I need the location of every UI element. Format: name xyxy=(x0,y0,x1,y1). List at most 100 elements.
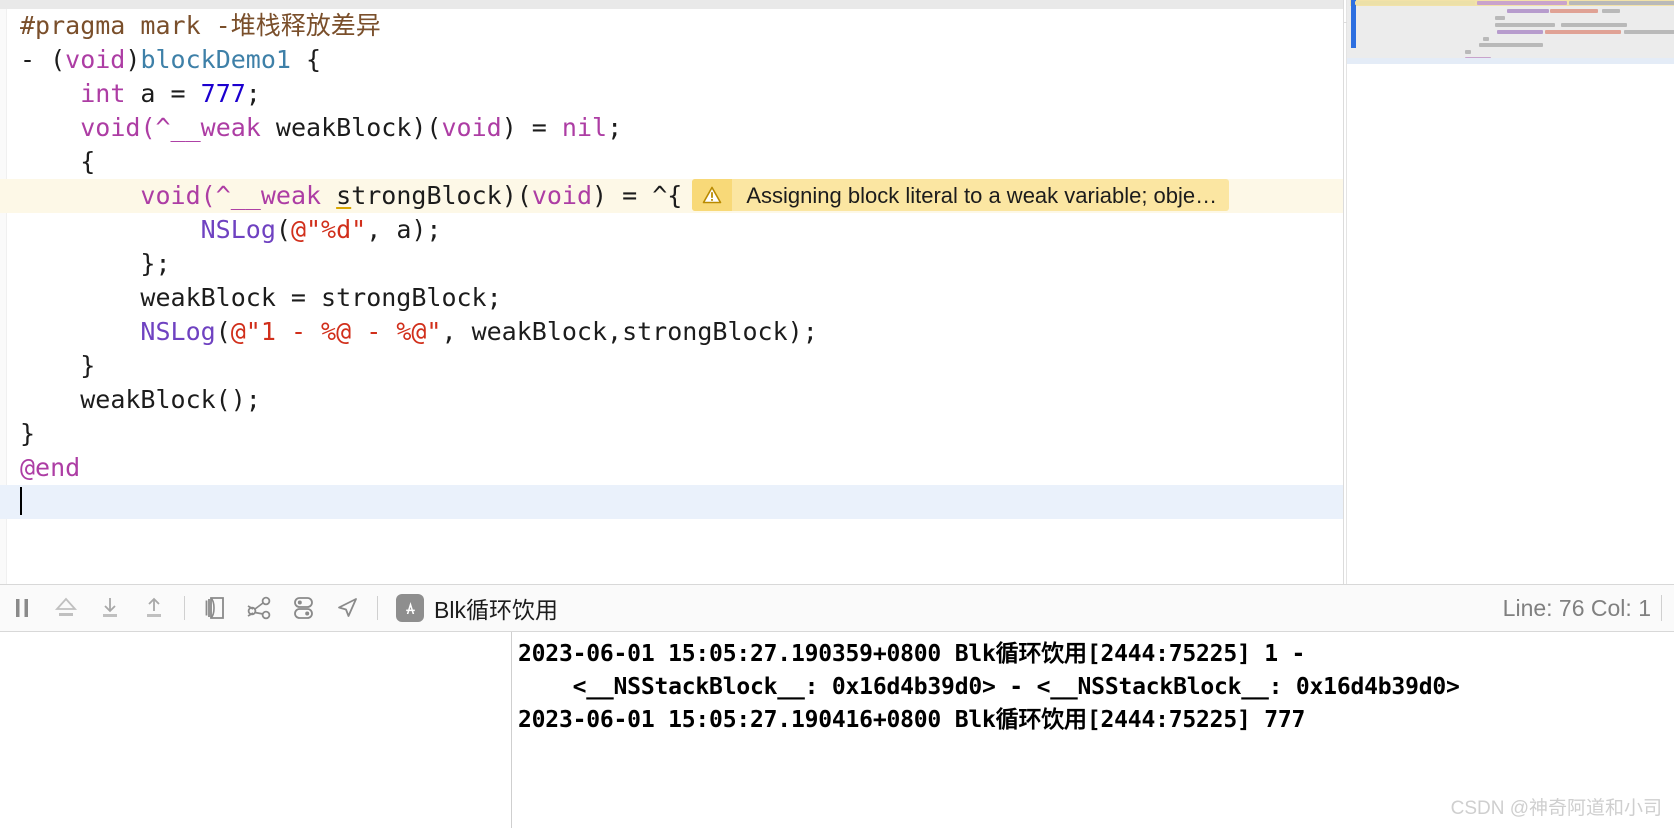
code-token: { xyxy=(80,147,96,176)
code-token: 777 xyxy=(200,79,246,108)
share-graph-icon xyxy=(247,596,271,620)
code-token: void xyxy=(441,113,502,142)
code-token: , a); xyxy=(366,215,442,244)
code-token: weakBlock(); xyxy=(80,385,261,414)
code-token: #pragma mark xyxy=(20,11,216,40)
step-into-button[interactable] xyxy=(88,586,132,630)
minimap-block xyxy=(1495,16,1505,20)
active-scheme-chip[interactable]: Blk循环饮用 xyxy=(386,588,568,628)
code-token: ; xyxy=(245,79,261,108)
code-line[interactable]: } xyxy=(0,349,1343,383)
environment-overrides-button[interactable] xyxy=(281,586,325,630)
code-token: ( xyxy=(275,215,291,244)
scheme-label: Blk循环饮用 xyxy=(434,597,558,623)
minimap-block xyxy=(1550,9,1598,13)
code-token: blockDemo1 xyxy=(140,45,291,74)
pause-button[interactable] xyxy=(0,586,44,630)
code-line[interactable]: void(^__weak weakBlock)(void) = nil; xyxy=(0,111,1343,145)
minimap-current-line xyxy=(1347,58,1674,64)
code-line[interactable]: void(^__weak strongBlock)(void) = ^{Assi… xyxy=(0,179,1343,213)
code-line[interactable]: @end xyxy=(0,451,1343,485)
pause-icon xyxy=(16,599,28,617)
code-token: void xyxy=(531,181,593,210)
code-token: (^ xyxy=(200,181,231,210)
code-line[interactable]: { xyxy=(0,145,1343,179)
code-token: NSLog xyxy=(140,317,216,346)
code-token: @end xyxy=(20,453,81,482)
code-line[interactable]: NSLog(@"1 - %@ - %@", weakBlock,strongBl… xyxy=(0,315,1343,349)
code-token: __weak xyxy=(170,113,261,142)
code-token: nil xyxy=(561,113,608,142)
minimap-block xyxy=(1479,43,1543,47)
code-line[interactable]: NSLog(@"%d", a); xyxy=(0,213,1343,247)
step-over-button[interactable] xyxy=(44,586,88,630)
code-token: } xyxy=(80,351,96,380)
minimap-block xyxy=(1624,30,1674,34)
toggles-icon xyxy=(294,597,313,619)
code-token: void xyxy=(140,181,201,210)
step-out-button[interactable] xyxy=(132,586,176,630)
minimap-block xyxy=(1477,1,1567,5)
code-token: ( xyxy=(215,317,231,346)
console-line: 2023-06-01 15:05:27.190359+0800 Blk循环饮用[… xyxy=(518,641,1306,667)
step-out-icon xyxy=(147,597,161,617)
code-line[interactable]: } xyxy=(0,417,1343,451)
debug-area: 2023-06-01 15:05:27.190359+0800 Blk循环饮用[… xyxy=(0,632,1674,828)
code-token: weakBlock = strongBlock; xyxy=(140,283,502,312)
memory-graph-button[interactable] xyxy=(237,586,281,630)
code-token: @"%d" xyxy=(290,215,367,244)
line-column-text: Line: 76 Col: 1 xyxy=(1502,594,1651,621)
code-scroll-view[interactable]: #pragma mark -堆栈释放差异 - (void)blockDemo1 {… xyxy=(0,9,1343,584)
code-token: ; xyxy=(607,113,623,142)
minimap-block xyxy=(1497,30,1543,34)
toolbar-divider-3 xyxy=(1661,595,1662,621)
code-token: void xyxy=(80,113,141,142)
code-line[interactable]: - (void)blockDemo1 { xyxy=(0,43,1343,77)
code-token: { xyxy=(290,45,322,74)
line-column-indicator: Line: 76 Col: 1 xyxy=(1503,595,1661,622)
editor-top-strip xyxy=(0,0,1343,9)
code-line[interactable]: weakBlock(); xyxy=(0,383,1343,417)
location-arrow-icon xyxy=(338,598,357,617)
toolbar-divider-2 xyxy=(377,596,378,620)
code-line[interactable]: #pragma mark -堆栈释放差异 xyxy=(0,9,1343,43)
minimap-block xyxy=(1483,37,1489,41)
code-token: void xyxy=(65,45,126,74)
code-line[interactable]: int a = 777; xyxy=(0,77,1343,111)
code-line[interactable] xyxy=(0,485,1343,519)
minimap-block xyxy=(1545,30,1621,34)
minimap-block xyxy=(1465,50,1471,54)
toolbar-divider-1 xyxy=(184,596,185,620)
code-token: - ( xyxy=(20,45,66,74)
minimap-block xyxy=(1602,9,1620,13)
minimap-block xyxy=(1495,23,1555,27)
code-token: , weakBlock,strongBlock); xyxy=(441,317,818,346)
view-hierarchy-button[interactable] xyxy=(193,586,237,630)
step-over-icon xyxy=(54,597,78,616)
code-token: ) xyxy=(125,45,141,74)
minimap-block xyxy=(1569,1,1674,5)
console-line: 2023-06-01 15:05:27.190416+0800 Blk循环饮用[… xyxy=(518,707,1306,733)
inline-warning-badge[interactable]: Assigning block literal to a weak variab… xyxy=(692,179,1230,211)
code-token: int xyxy=(80,79,126,108)
simulate-location-button[interactable] xyxy=(325,586,369,630)
code-token: }; xyxy=(140,249,171,278)
code-token: ) = xyxy=(501,113,562,142)
code-token: weakBlock)( xyxy=(260,113,442,142)
code-token: NSLog xyxy=(200,215,276,244)
warning-icon-container xyxy=(692,179,733,211)
minimap-canvas[interactable] xyxy=(1347,0,1674,61)
code-line[interactable]: weakBlock = strongBlock; xyxy=(0,281,1343,315)
code-minimap[interactable] xyxy=(1343,0,1674,584)
minimap-left-edge xyxy=(1344,0,1347,584)
step-into-icon xyxy=(103,598,117,617)
code-line[interactable]: }; xyxy=(0,247,1343,281)
variables-view[interactable] xyxy=(0,632,512,828)
